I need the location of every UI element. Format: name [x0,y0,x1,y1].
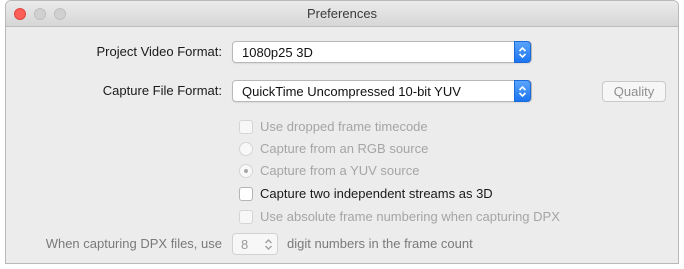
window-title: Preferences [306,6,378,21]
radio-dot-icon [244,169,248,173]
option-label: Capture from a YUV source [260,163,420,178]
project-video-format-value: 1080p25 3D [242,45,313,60]
quality-button[interactable]: Quality [602,81,666,102]
capture-file-format-label: Capture File Format: [102,83,222,98]
up-down-chevron-icon [264,238,273,254]
title-bar: Preferences [6,1,678,27]
radio-button[interactable] [239,142,253,156]
option-label: Capture two independent streams as 3D [260,186,493,201]
dpx-prefix-label: When capturing DPX files, use [45,236,222,251]
preferences-window: Preferences Project Video Format: 1080p2… [5,0,679,264]
dpx-digits-value: 8 [241,237,249,252]
dpx-digits-stepper[interactable]: 8 [232,233,278,255]
option-label: Capture from an RGB source [260,141,429,156]
checkbox[interactable] [239,187,253,201]
project-video-format-label: Project Video Format: [96,44,222,59]
up-down-chevron-icon [514,41,531,63]
project-video-format-popup[interactable]: 1080p25 3D [232,41,532,63]
capture-file-format-popup[interactable]: QuickTime Uncompressed 10-bit YUV [232,80,532,102]
radio-button-selected[interactable] [239,164,253,178]
option-label: Use dropped frame timecode [260,119,428,134]
capture-file-format-value: QuickTime Uncompressed 10-bit YUV [242,84,461,99]
checkbox[interactable] [239,120,253,134]
dpx-suffix-label: digit numbers in the frame count [287,236,473,251]
option-label: Use absolute frame numbering when captur… [260,209,560,224]
up-down-chevron-icon [514,80,531,102]
checkbox[interactable] [239,210,253,224]
